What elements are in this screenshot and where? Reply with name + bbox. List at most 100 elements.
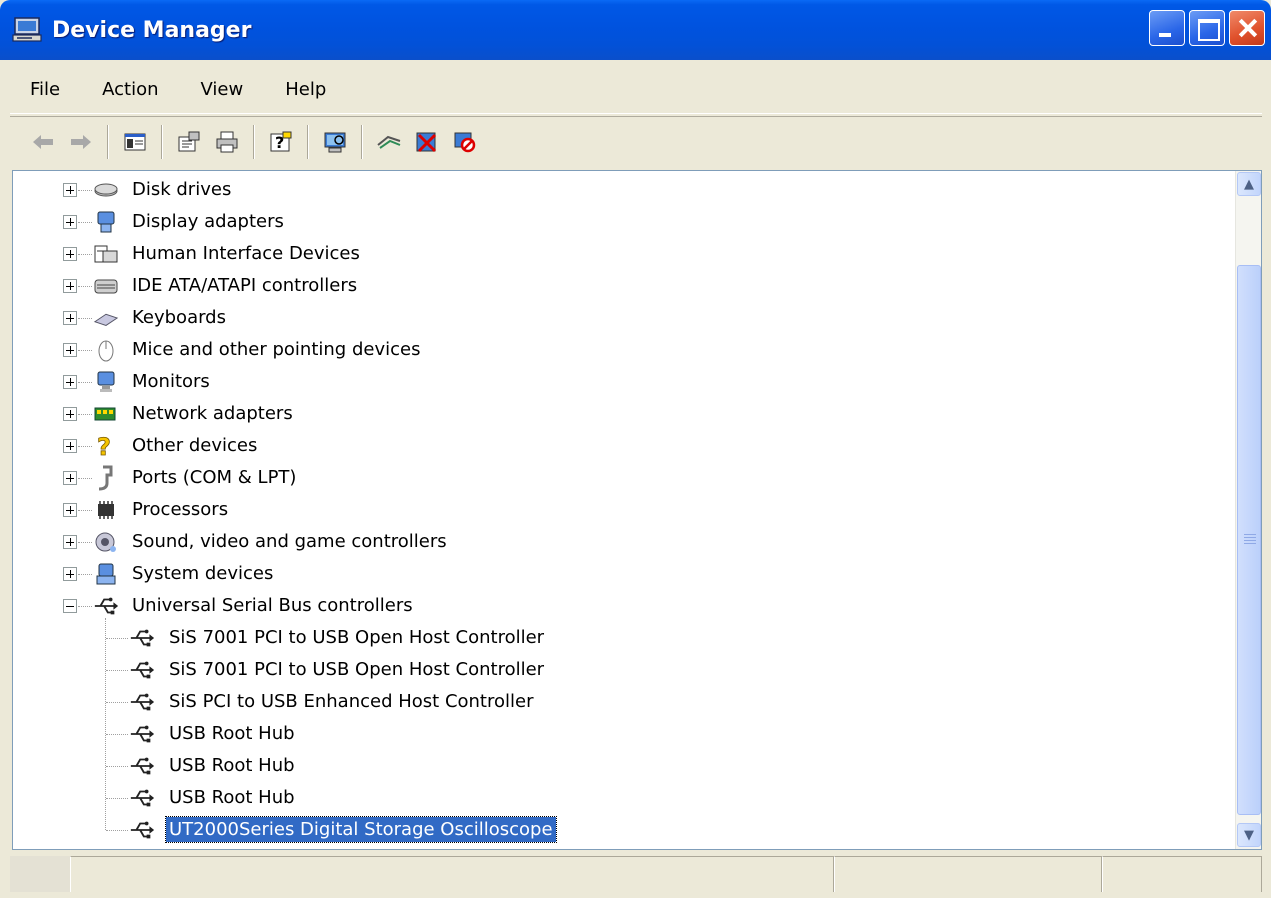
tree-category[interactable]: ? Other devices	[13, 430, 1223, 462]
tree-device[interactable]: USB Root Hub	[13, 782, 1223, 814]
usb-icon	[129, 657, 155, 683]
device-tree[interactable]: Disk drives Display adapters Human Interfa…	[12, 170, 1262, 850]
collapse-button[interactable]	[63, 599, 77, 613]
expand-button[interactable]	[63, 375, 77, 389]
toolbar-separator	[161, 124, 163, 159]
system-device-icon	[93, 561, 119, 587]
menu-action[interactable]: Action	[81, 79, 179, 100]
expand-button[interactable]	[63, 311, 77, 325]
tree-connector	[78, 510, 92, 511]
tree-category[interactable]: Display adapters	[13, 206, 1223, 238]
menu-view[interactable]: View	[180, 79, 265, 100]
expand-button[interactable]	[63, 407, 77, 421]
forward-icon[interactable]	[66, 127, 96, 157]
tree-connector	[106, 830, 128, 831]
tree-connector	[106, 798, 128, 799]
tree-device[interactable]: UT2000Series Digital Storage Oscilloscop…	[13, 814, 1223, 846]
tree-category-label: IDE ATA/ATAPI controllers	[132, 275, 358, 296]
window-title: Device Manager	[52, 17, 252, 43]
tree-connector	[78, 446, 92, 447]
tree-category[interactable]: Human Interface Devices	[13, 238, 1223, 270]
tree-category[interactable]: System devices	[13, 558, 1223, 590]
update-driver-icon[interactable]	[374, 127, 404, 157]
scroll-thumb[interactable]	[1237, 265, 1261, 815]
tree-category[interactable]: Mice and other pointing devices	[13, 334, 1223, 366]
tree-category[interactable]: Keyboards	[13, 302, 1223, 334]
unknown-device-icon: ?	[93, 433, 119, 459]
scroll-up-button[interactable]: ▲	[1237, 172, 1261, 196]
status-pane	[1102, 856, 1262, 892]
back-icon[interactable]	[28, 127, 58, 157]
tree-category-label: Processors	[132, 499, 229, 520]
tree-category-label: Other devices	[132, 435, 258, 456]
tree-device-label: USB Root Hub	[169, 723, 295, 744]
status-pane	[10, 856, 70, 892]
tree-category[interactable]: Ports (COM & LPT)	[13, 462, 1223, 494]
help-icon[interactable]: ?	[266, 127, 296, 157]
expand-button[interactable]	[63, 567, 77, 581]
menu-help[interactable]: Help	[264, 79, 347, 100]
tree-device[interactable]: SiS 7001 PCI to USB Open Host Controller	[13, 622, 1223, 654]
uninstall-icon[interactable]	[412, 127, 442, 157]
scan-hardware-icon[interactable]	[320, 127, 350, 157]
tree-category[interactable]: Sound, video and game controllers	[13, 526, 1223, 558]
toolbar-separator	[307, 124, 309, 159]
tree-category[interactable]: Universal Serial Bus controllers	[13, 590, 1223, 622]
print-icon[interactable]	[212, 127, 242, 157]
expand-button[interactable]	[63, 535, 77, 549]
tree-device-label: SiS 7001 PCI to USB Open Host Controller	[169, 627, 545, 648]
minimize-button[interactable]	[1149, 10, 1185, 46]
tree-category-label: Ports (COM & LPT)	[132, 467, 297, 488]
tree-connector	[78, 254, 92, 255]
hid-icon	[93, 241, 119, 267]
status-bar	[10, 856, 1262, 892]
tree-category-label: Disk drives	[132, 179, 232, 200]
tree-connector	[78, 222, 92, 223]
display-adapter-icon	[93, 209, 119, 235]
close-button[interactable]	[1229, 10, 1265, 46]
expand-button[interactable]	[63, 343, 77, 357]
tree-device[interactable]: USB Root Hub	[13, 718, 1223, 750]
show-hide-console-tree-icon[interactable]	[120, 127, 150, 157]
tree-category-label: Display adapters	[132, 211, 284, 232]
menu-bar: File Action View Help	[10, 66, 1262, 114]
disable-icon[interactable]	[450, 127, 480, 157]
tree-connector	[106, 766, 128, 767]
expand-button[interactable]	[63, 279, 77, 293]
usb-icon	[129, 721, 155, 747]
tree-category[interactable]: Disk drives	[13, 174, 1223, 206]
tree-category-label: System devices	[132, 563, 274, 584]
tree-device-label: SiS PCI to USB Enhanced Host Controller	[169, 691, 534, 712]
expand-button[interactable]	[63, 215, 77, 229]
tree-device[interactable]: SiS PCI to USB Enhanced Host Controller	[13, 686, 1223, 718]
expand-button[interactable]	[63, 247, 77, 261]
properties-icon[interactable]	[174, 127, 204, 157]
toolbar-separator	[107, 124, 109, 159]
vertical-scrollbar[interactable]: ▲ ▼	[1235, 171, 1261, 849]
expand-button[interactable]	[63, 503, 77, 517]
tree-device[interactable]: SiS 7001 PCI to USB Open Host Controller	[13, 654, 1223, 686]
tree-category[interactable]: Monitors	[13, 366, 1223, 398]
processor-icon	[93, 497, 119, 523]
tree-category-label: Human Interface Devices	[132, 243, 360, 264]
menu-file[interactable]: File	[10, 79, 81, 100]
scroll-down-button[interactable]: ▼	[1237, 823, 1261, 847]
tree-category[interactable]: Network adapters	[13, 398, 1223, 430]
expand-button[interactable]	[63, 183, 77, 197]
expand-button[interactable]	[63, 439, 77, 453]
tree-category[interactable]: Processors	[13, 494, 1223, 526]
usb-icon	[129, 753, 155, 779]
tree-category-label: Universal Serial Bus controllers	[132, 595, 413, 616]
tree-connector	[78, 350, 92, 351]
tree-category[interactable]: IDE ATA/ATAPI controllers	[13, 270, 1223, 302]
title-bar[interactable]: Device Manager	[0, 0, 1271, 60]
tree-category-label: Monitors	[132, 371, 210, 392]
tree-device[interactable]: USB Root Hub	[13, 750, 1223, 782]
tree-connector	[106, 638, 128, 639]
toolbar: ?	[10, 116, 1262, 166]
expand-button[interactable]	[63, 471, 77, 485]
svg-text:?: ?	[97, 433, 111, 459]
tree-connector	[78, 478, 92, 479]
usb-icon	[129, 817, 155, 843]
maximize-button[interactable]	[1189, 10, 1225, 46]
